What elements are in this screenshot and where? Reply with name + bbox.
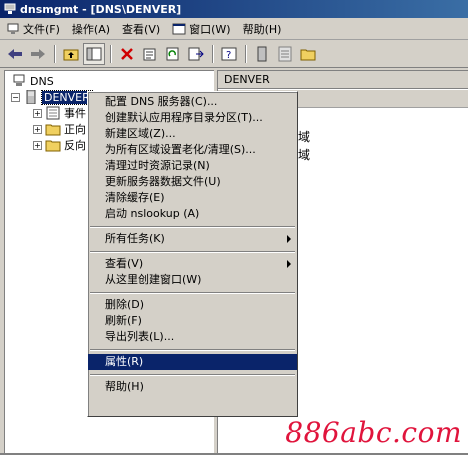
tree-item-dns-label: DNS bbox=[30, 74, 54, 88]
delete-icon bbox=[121, 47, 133, 60]
help-icon: ? bbox=[221, 47, 237, 61]
toolbar: ? bbox=[0, 40, 468, 68]
toolbar-separator bbox=[212, 44, 214, 63]
console-icon bbox=[7, 23, 19, 34]
menu-separator bbox=[88, 222, 297, 231]
menu-file-label: 文件(F) bbox=[23, 22, 60, 36]
server-icon bbox=[26, 90, 36, 104]
refresh-icon bbox=[166, 47, 179, 60]
menu-help-label: 帮助(H) bbox=[242, 22, 282, 36]
list-icon bbox=[278, 46, 292, 61]
detail-row[interactable]: 域 bbox=[298, 128, 310, 145]
toolbar-separator bbox=[54, 44, 56, 63]
expand-icon[interactable]: + bbox=[33, 124, 42, 134]
tree-item-forward-label: 正向 bbox=[64, 123, 86, 136]
window-icon bbox=[172, 23, 186, 34]
menu-bar: 文件(F) 操作(A) 查看(V) 窗口(W) 帮助(H) bbox=[0, 18, 468, 40]
menu-action[interactable]: 操作(A) bbox=[66, 19, 116, 39]
detail-row[interactable]: 域 bbox=[298, 146, 310, 163]
collapse-icon[interactable]: − bbox=[11, 92, 20, 102]
tree-item-reverse[interactable]: + 反向 bbox=[33, 137, 86, 153]
export-button[interactable] bbox=[185, 43, 207, 65]
list-button[interactable] bbox=[274, 43, 296, 65]
menu-item-export-list[interactable]: 导出列表(L)... bbox=[88, 329, 297, 345]
menu-item-delete[interactable]: 删除(D) bbox=[88, 297, 297, 313]
toolbar-separator bbox=[110, 44, 112, 63]
menu-item-all-tasks[interactable]: 所有任务(K) bbox=[88, 231, 297, 247]
menu-item-properties[interactable]: 属性(R) bbox=[88, 354, 297, 370]
show-tree-icon bbox=[86, 47, 102, 60]
context-menu: 配置 DNS 服务器(C)... 创建默认应用程序目录分区(T)... 新建区域… bbox=[87, 91, 298, 417]
event-log-icon bbox=[46, 106, 60, 120]
menu-separator bbox=[88, 247, 297, 256]
forward-button[interactable] bbox=[27, 43, 49, 65]
svg-text:?: ? bbox=[226, 50, 231, 61]
menu-item-view[interactable]: 查看(V) bbox=[88, 256, 297, 272]
menu-item-scavenge-records[interactable]: 清理过时资源记录(N) bbox=[88, 158, 297, 174]
folder-icon bbox=[45, 140, 61, 152]
tree-item-dns[interactable]: DNS bbox=[11, 73, 54, 89]
submenu-arrow-icon bbox=[287, 235, 291, 243]
menu-item-help[interactable]: 帮助(H) bbox=[88, 379, 297, 395]
back-button[interactable] bbox=[4, 43, 26, 65]
up-folder-icon bbox=[63, 49, 79, 60]
menu-item-configure-dns[interactable]: 配置 DNS 服务器(C)... bbox=[88, 94, 297, 110]
server-icon bbox=[257, 46, 267, 61]
menu-view[interactable]: 查看(V) bbox=[116, 19, 166, 39]
help-button[interactable]: ? bbox=[218, 43, 240, 65]
back-icon bbox=[8, 48, 22, 59]
watermark: 886abc.com bbox=[285, 416, 462, 449]
export-icon bbox=[188, 47, 204, 60]
menu-item-create-app-partition[interactable]: 创建默认应用程序目录分区(T)... bbox=[88, 110, 297, 126]
folder-icon bbox=[45, 124, 61, 136]
detail-header: DENVER bbox=[218, 71, 468, 89]
menu-separator bbox=[88, 288, 297, 297]
refresh-button[interactable] bbox=[162, 43, 184, 65]
tree-item-server-label: DENVER bbox=[41, 89, 93, 105]
menu-action-label: 操作(A) bbox=[71, 22, 111, 36]
delete-button[interactable] bbox=[116, 43, 138, 65]
menu-item-aging-scavenging[interactable]: 为所有区域设置老化/清理(S)... bbox=[88, 142, 297, 158]
toolbar-separator bbox=[245, 44, 247, 63]
up-level-button[interactable] bbox=[60, 43, 82, 65]
dns-root-icon bbox=[13, 74, 25, 86]
menu-window[interactable]: 窗口(W) bbox=[166, 19, 236, 39]
menu-item-launch-nslookup[interactable]: 启动 nslookup (A) bbox=[88, 206, 297, 222]
properties-button[interactable] bbox=[139, 43, 161, 65]
menu-item-new-window[interactable]: 从这里创建窗口(W) bbox=[88, 272, 297, 288]
dns-app-icon bbox=[4, 3, 16, 14]
menu-file[interactable]: 文件(F) bbox=[0, 19, 66, 39]
tree-item-server[interactable]: − DENVER bbox=[11, 89, 93, 105]
properties-icon bbox=[143, 48, 156, 60]
window-title: dnsmgmt - [DNS\DENVER] bbox=[20, 2, 182, 16]
menu-item-new-zone[interactable]: 新建区域(Z)... bbox=[88, 126, 297, 142]
menu-separator bbox=[88, 345, 297, 354]
forward-icon bbox=[31, 48, 45, 59]
folder-button[interactable] bbox=[297, 43, 319, 65]
menu-help[interactable]: 帮助(H) bbox=[237, 19, 288, 39]
show-tree-button[interactable] bbox=[83, 42, 105, 65]
menu-item-refresh[interactable]: 刷新(F) bbox=[88, 313, 297, 329]
menu-separator bbox=[88, 370, 297, 379]
menu-item-view-label: 查看(V) bbox=[105, 257, 144, 270]
expand-icon[interactable]: + bbox=[33, 140, 42, 150]
tree-item-forward[interactable]: + 正向 bbox=[33, 121, 86, 137]
submenu-arrow-icon bbox=[287, 260, 291, 268]
tree-item-reverse-label: 反向 bbox=[64, 139, 86, 152]
window-titlebar[interactable]: dnsmgmt - [DNS\DENVER] bbox=[0, 0, 468, 18]
menu-window-label: 窗口(W) bbox=[189, 22, 231, 36]
server-button[interactable] bbox=[251, 43, 273, 65]
menu-item-all-tasks-label: 所有任务(K) bbox=[105, 232, 165, 245]
expand-icon[interactable]: + bbox=[33, 108, 42, 118]
menu-item-clear-cache[interactable]: 清除缓存(E) bbox=[88, 190, 297, 206]
tree-item-events[interactable]: + 事件 bbox=[33, 105, 86, 121]
tree-item-events-label: 事件 bbox=[64, 107, 86, 120]
menu-view-label: 查看(V) bbox=[122, 22, 161, 36]
folder-icon bbox=[300, 49, 316, 60]
menu-item-update-data-files[interactable]: 更新服务器数据文件(U) bbox=[88, 174, 297, 190]
